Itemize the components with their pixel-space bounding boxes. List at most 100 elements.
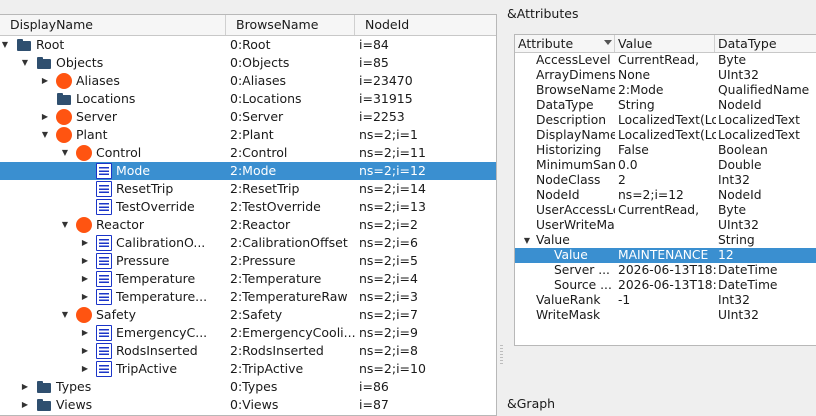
tree-row[interactable]: ▼ Plant 2:Plant ns=2;i=1 <box>0 126 496 144</box>
address-space-tree[interactable]: DisplayName BrowseName NodeId ▼ Root 0:Roo… <box>0 14 497 416</box>
tree-row[interactable]: ▼ Control 2:Control ns=2;i=11 <box>0 144 496 162</box>
tree-cell-browsename: 0:Root <box>230 37 271 52</box>
attribute-row[interactable]: ValueRank -1 Int32 <box>515 293 816 308</box>
expand-arrow-icon[interactable]: ▶ <box>40 72 50 90</box>
attribute-cell-value[interactable] <box>618 308 716 323</box>
expand-arrow-icon[interactable]: ▶ <box>20 378 30 396</box>
tree-cell-browsename: 2:CalibrationOffset <box>230 235 348 250</box>
tree-node-label: Plant <box>76 127 108 142</box>
attribute-cell-datatype: Byte <box>718 53 747 67</box>
attribute-cell-value[interactable]: -1 <box>618 293 716 308</box>
attribute-cell-value[interactable]: CurrentRead, <box>618 53 716 68</box>
tree-row[interactable]: ▶ EmergencyC... 2:EmergencyCooli... ns=2;i=… <box>0 324 496 342</box>
attribute-cell-value[interactable]: 2 <box>618 173 716 188</box>
column-header-attribute[interactable]: Attribute <box>515 35 615 52</box>
expand-arrow-icon[interactable]: ▶ <box>40 108 50 126</box>
attribute-cell-value[interactable]: 2026-06-13T18: <box>618 278 716 293</box>
attribute-row[interactable]: ▼ Value String <box>515 233 816 248</box>
column-header-value[interactable]: Value <box>615 35 715 52</box>
attribute-row[interactable]: BrowseName 2:Mode QualifiedName <box>515 83 816 98</box>
attribute-row[interactable]: Historizing False Boolean <box>515 143 816 158</box>
tree-row[interactable]: ▶ CalibrationO... 2:CalibrationOffset ns=2;… <box>0 234 496 252</box>
tree-row[interactable]: TestOverride 2:TestOverride ns=2;i=13 <box>0 198 496 216</box>
tree-cell-nodeid: i=84 <box>359 37 389 52</box>
attribute-row[interactable]: AccessLevel CurrentRead, Byte <box>515 53 816 68</box>
expand-arrow-icon[interactable]: ▶ <box>80 288 90 306</box>
tree-row[interactable]: ▶ Aliases 0:Aliases i=23470 <box>0 72 496 90</box>
column-header-browsename[interactable]: BrowseName <box>226 15 355 35</box>
tree-row[interactable]: Locations 0:Locations i=31915 <box>0 90 496 108</box>
attribute-cell-value[interactable]: CurrentRead, <box>618 203 716 218</box>
attribute-cell-value[interactable]: String <box>618 98 716 113</box>
attribute-row[interactable]: NodeId ns=2;i=12 NodeId <box>515 188 816 203</box>
tree-row[interactable]: ▶ Types 0:Types i=86 <box>0 378 496 396</box>
attribute-row[interactable]: WriteMask UInt32 <box>515 308 816 323</box>
attribute-cell-value[interactable]: 2:Mode <box>618 83 716 98</box>
attribute-row[interactable]: MinimumSamplingInterval0.0Double <box>515 158 816 173</box>
attribute-row[interactable]: DataType String NodeId <box>515 98 816 113</box>
collapse-arrow-icon[interactable]: ▼ <box>40 126 50 144</box>
variable-node-icon <box>96 289 112 305</box>
attributes-table[interactable]: Attribute Value DataType AccessLevel Curr… <box>514 34 816 346</box>
attribute-cell-value[interactable]: 2026-06-13T18: <box>618 263 716 278</box>
expand-arrow-icon[interactable]: ▶ <box>80 324 90 342</box>
expand-arrow-icon[interactable]: ▶ <box>80 360 90 378</box>
expand-arrow-icon[interactable]: ▶ <box>80 270 90 288</box>
tree-row[interactable]: ▶ RodsInserted 2:RodsInserted ns=2;i=8 <box>0 342 496 360</box>
object-node-icon <box>56 127 72 143</box>
attribute-cell-datatype: NodeId <box>718 98 762 112</box>
tree-row[interactable]: ▼ Root 0:Root i=84 <box>0 36 496 54</box>
attribute-row[interactable]: NodeClass 2 Int32 <box>515 173 816 188</box>
attribute-row[interactable]: DisplayName LocalizedText(Lo LocalizedText <box>515 128 816 143</box>
tree-cell-browsename: 2:TemperatureRaw <box>230 289 348 304</box>
attribute-cell-value[interactable]: ns=2;i=12 <box>618 188 716 203</box>
attribute-row[interactable]: Source ... 2026-06-13T18: DateTime <box>515 278 816 293</box>
attribute-row[interactable]: Value MAINTENANCE 12 <box>515 248 816 263</box>
expand-arrow-icon[interactable]: ▶ <box>80 342 90 360</box>
attribute-cell-value[interactable]: False <box>618 143 716 158</box>
collapse-arrow-icon[interactable]: ▼ <box>0 36 10 54</box>
tree-row[interactable]: ResetTrip 2:ResetTrip ns=2;i=14 <box>0 180 496 198</box>
attribute-row[interactable]: UserWriteMask UInt32 <box>515 218 816 233</box>
attribute-row[interactable]: UserAccessLevelCurrentRead,Byte <box>515 203 816 218</box>
collapse-arrow-icon[interactable]: ▼ <box>60 306 70 324</box>
collapse-arrow-icon[interactable]: ▼ <box>20 54 30 72</box>
attribute-cell-datatype: UInt32 <box>718 68 759 82</box>
column-header-displayname[interactable]: DisplayName <box>0 15 226 35</box>
tree-row[interactable]: ▼ Objects 0:Objects i=85 <box>0 54 496 72</box>
attribute-cell-value[interactable] <box>618 233 716 248</box>
attribute-cell-value[interactable] <box>618 218 716 233</box>
attribute-cell-value[interactable]: LocalizedText(Lo <box>618 113 716 128</box>
expand-arrow-icon[interactable]: ▶ <box>80 252 90 270</box>
tree-row[interactable]: ▶ TripActive 2:TripActive ns=2;i=10 <box>0 360 496 378</box>
tree-row[interactable]: ▶ Temperature... 2:TemperatureRaw ns=2;i=3 <box>0 288 496 306</box>
attribute-row[interactable]: ArrayDimensionsNoneUInt32 <box>515 68 816 83</box>
collapse-arrow-icon[interactable]: ▼ <box>60 216 70 234</box>
attribute-cell-value[interactable]: None <box>618 68 716 83</box>
attribute-cell-value[interactable]: LocalizedText(Lo <box>618 128 716 143</box>
attribute-cell-value[interactable]: MAINTENANCE <box>618 248 716 263</box>
tree-row[interactable]: Mode 2:Mode ns=2;i=12 <box>0 162 496 180</box>
column-header-nodeid[interactable]: NodeId <box>355 15 496 35</box>
tree-row[interactable]: ▶ Pressure 2:Pressure ns=2;i=5 <box>0 252 496 270</box>
tree-cell-nodeid: ns=2;i=8 <box>359 343 418 358</box>
collapse-arrow-icon[interactable]: ▼ <box>60 144 70 162</box>
attribute-cell-name: Value <box>515 248 615 263</box>
attribute-row[interactable]: Server ... 2026-06-13T18: DateTime <box>515 263 816 278</box>
variable-node-icon <box>96 343 112 359</box>
splitter-handle[interactable] <box>500 345 503 365</box>
tree-row[interactable]: ▼ Safety 2:Safety ns=2;i=7 <box>0 306 496 324</box>
column-header-datatype[interactable]: DataType <box>715 35 816 52</box>
tree-row[interactable]: ▼ Reactor 2:Reactor ns=2;i=2 <box>0 216 496 234</box>
attribute-row[interactable]: Description LocalizedText(Lo LocalizedText <box>515 113 816 128</box>
tree-row[interactable]: ▶ Views 0:Views i=87 <box>0 396 496 414</box>
tree-row[interactable]: ▶ Temperature 2:Temperature ns=2;i=4 <box>0 270 496 288</box>
attribute-cell-value[interactable]: 0.0 <box>618 158 716 173</box>
tree-node-label: Temperature <box>116 271 196 286</box>
collapse-arrow-icon[interactable]: ▼ <box>522 233 532 248</box>
expand-arrow-icon[interactable]: ▶ <box>80 234 90 252</box>
tree-node-label: RodsInserted <box>116 343 198 358</box>
tree-row[interactable]: ▶ Server 0:Server i=2253 <box>0 108 496 126</box>
tree-cell-browsename: 2:Pressure <box>230 253 296 268</box>
expand-arrow-icon[interactable]: ▶ <box>20 396 30 414</box>
